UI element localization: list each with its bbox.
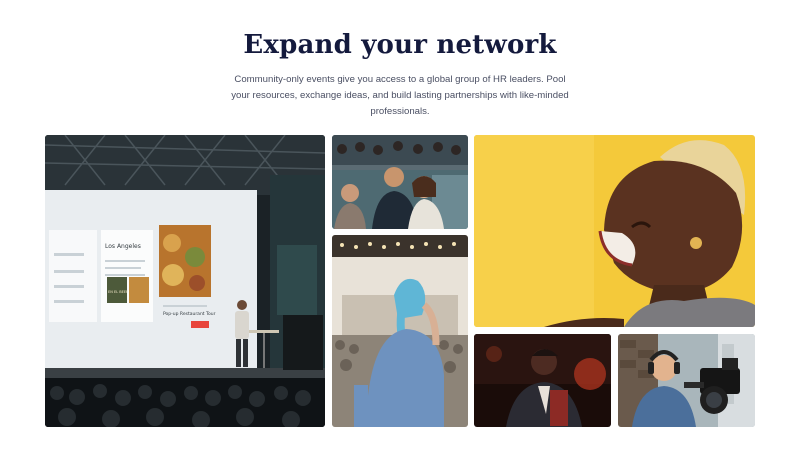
screen-heading: Los Angeles bbox=[105, 243, 141, 250]
photo-speaker-dark-stage bbox=[474, 334, 611, 427]
photo-blue-hair-attendee bbox=[332, 235, 468, 427]
screen-card-title: Pop-up Restaurant Tour bbox=[163, 311, 216, 317]
photo-camera-operator bbox=[618, 334, 755, 427]
photo-conference-stage: Los Angeles Pop-up Restaurant Tour EN EL… bbox=[45, 135, 325, 427]
section-title: Expand your network bbox=[243, 30, 557, 60]
section-subtitle: Community-only events give you access to… bbox=[231, 74, 569, 117]
photo-smiling-woman-yellow bbox=[474, 135, 755, 327]
photo-audience-crowd bbox=[332, 135, 468, 229]
screen-poster-text: EN EL BEEF bbox=[108, 290, 128, 294]
